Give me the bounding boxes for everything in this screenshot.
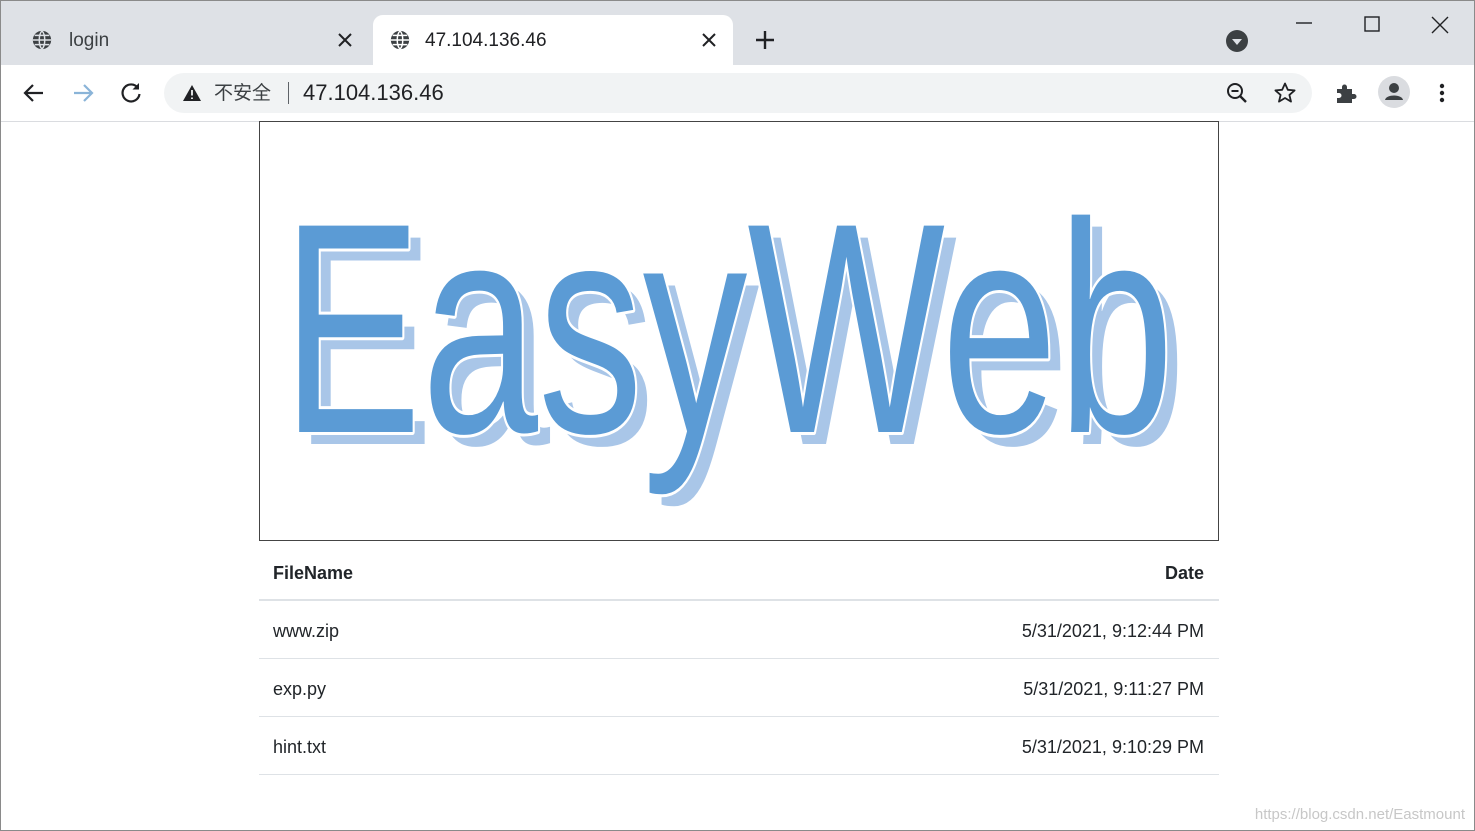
close-icon[interactable]: [335, 30, 355, 50]
extensions-puzzle-icon[interactable]: [1333, 80, 1359, 106]
tab-title: login: [69, 30, 110, 51]
file-name: www.zip: [273, 621, 340, 641]
header-date: Date: [1164, 563, 1204, 583]
window-close-icon[interactable]: [1425, 11, 1455, 41]
url-text[interactable]: 47.104.136.46: [303, 80, 444, 106]
logo-banner: EasyWeb EasyWeb: [259, 121, 1219, 541]
back-arrow-icon[interactable]: [21, 80, 47, 106]
table-row: exp.py 5/31/2021, 9:11:27 PM: [259, 659, 1219, 717]
reload-icon[interactable]: [118, 80, 144, 106]
warning-triangle-icon[interactable]: [182, 83, 202, 103]
logo-text: EasyWeb: [282, 160, 1174, 498]
minimize-icon[interactable]: [1289, 11, 1319, 41]
file-name: exp.py: [273, 679, 327, 699]
tab-strip: login 47.104.136.46: [1, 1, 1474, 65]
table-row: www.zip 5/31/2021, 9:12:44 PM: [259, 601, 1219, 659]
browser-toolbar: 不安全 47.104.136.46: [1, 65, 1474, 122]
globe-icon: [32, 30, 52, 50]
tab-login[interactable]: login: [17, 15, 369, 65]
address-bar[interactable]: 不安全 47.104.136.46: [164, 73, 1312, 113]
security-label[interactable]: 不安全: [214, 81, 271, 105]
easyweb-logo: EasyWeb EasyWeb: [279, 157, 1189, 513]
tab-title: 47.104.136.46: [425, 30, 547, 51]
forward-arrow-icon[interactable]: [70, 80, 96, 106]
globe-icon: [390, 30, 410, 50]
tab-search-icon[interactable]: [1225, 29, 1249, 53]
file-date: 5/31/2021, 9:10:29 PM: [1021, 737, 1204, 757]
watermark: https://blog.csdn.net/Eastmount: [1254, 806, 1465, 823]
file-date: 5/31/2021, 9:11:27 PM: [1023, 679, 1204, 699]
profile-avatar[interactable]: [1378, 76, 1410, 108]
file-name: hint.txt: [273, 737, 327, 757]
browser-window: login 47.104.136.46 不安全 47.104.136.46 Ea…: [0, 0, 1475, 831]
file-table: FileName Date www.zip 5/31/2021, 9:12:44…: [259, 543, 1219, 775]
kebab-menu-icon[interactable]: [1431, 80, 1453, 106]
new-tab-plus-icon[interactable]: [753, 28, 777, 52]
file-date: 5/31/2021, 9:12:44 PM: [1021, 621, 1204, 641]
divider: [288, 82, 289, 104]
table-row: hint.txt 5/31/2021, 9:10:29 PM: [259, 717, 1219, 775]
table-header-row: FileName Date: [259, 543, 1219, 601]
person-icon: [1385, 83, 1403, 100]
bookmark-star-icon[interactable]: [1273, 81, 1297, 105]
header-filename: FileName: [273, 563, 354, 583]
maximize-icon[interactable]: [1357, 11, 1387, 41]
close-icon[interactable]: [699, 30, 719, 50]
zoom-out-icon[interactable]: [1225, 81, 1249, 105]
tab-current[interactable]: 47.104.136.46: [373, 15, 733, 65]
